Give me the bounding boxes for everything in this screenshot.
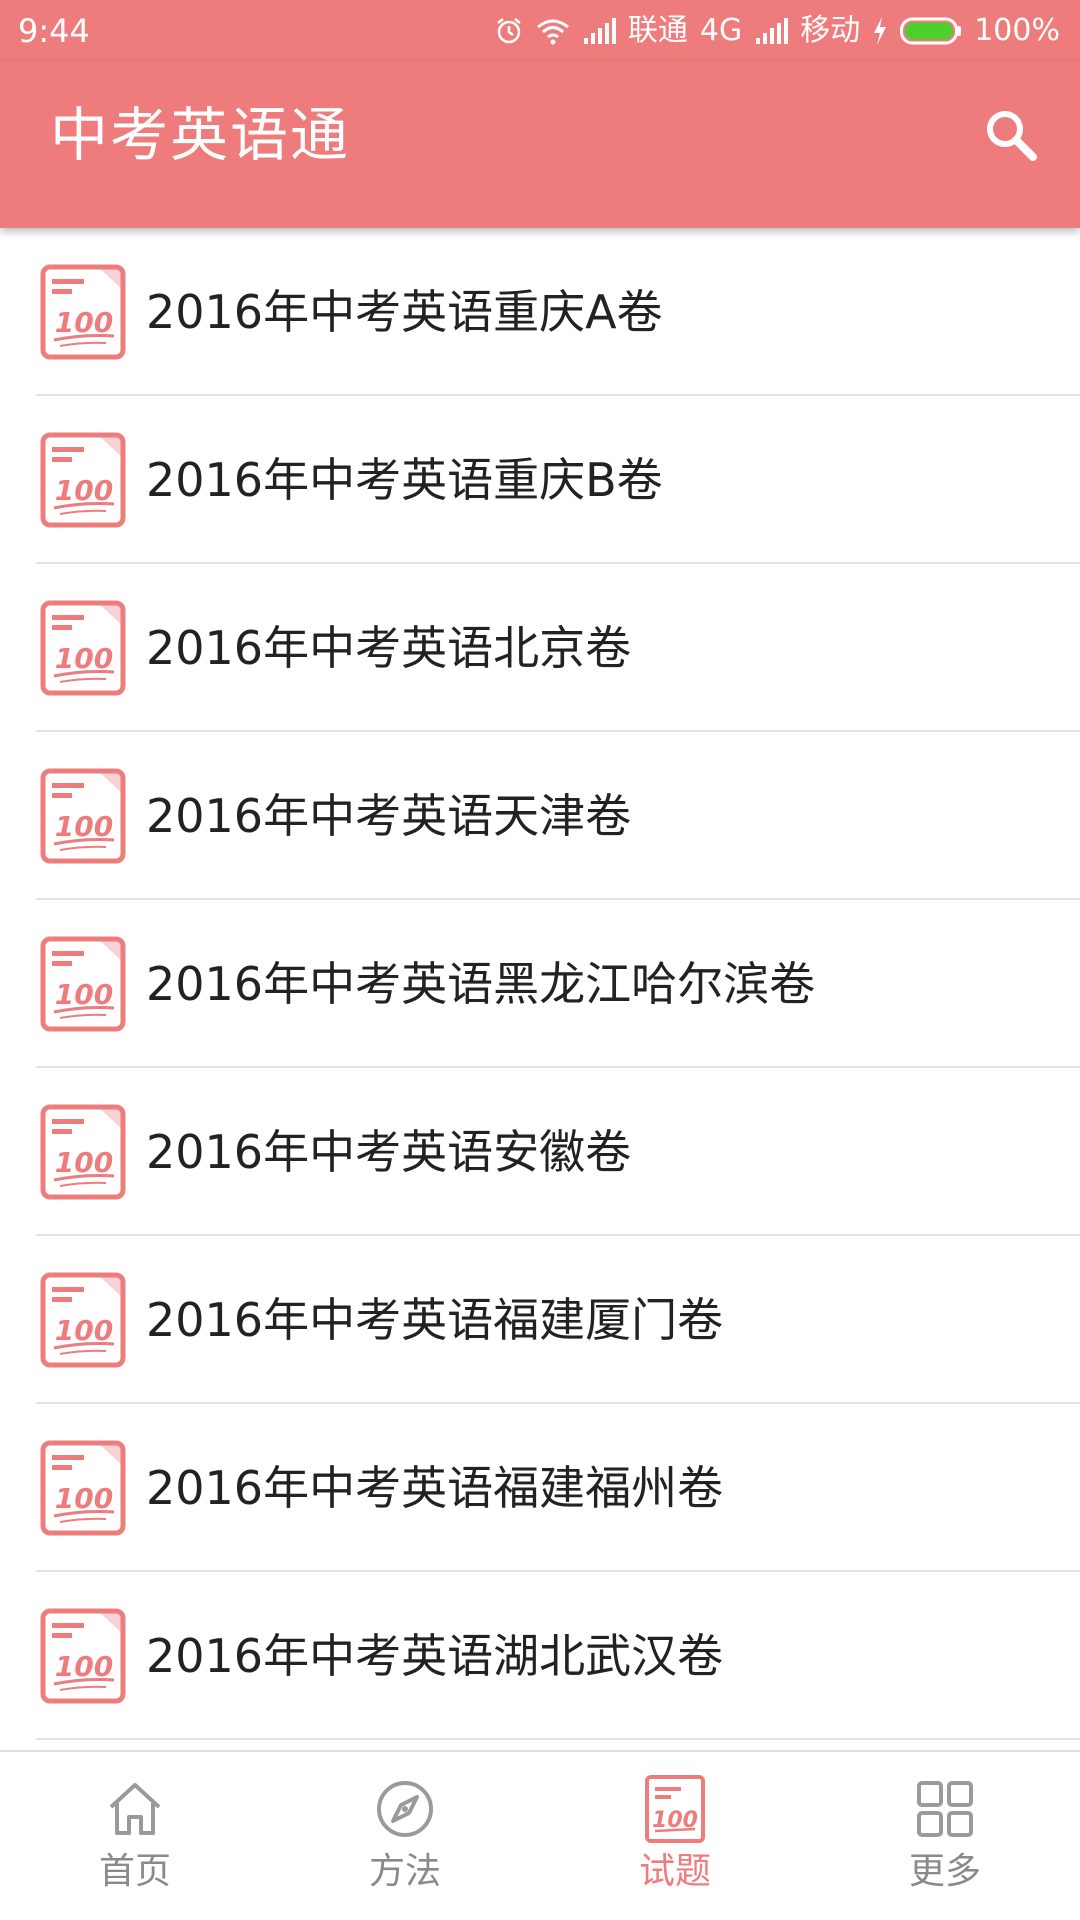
nav-label-home: 首页 [98,1851,171,1892]
svg-text:100: 100 [55,474,113,507]
paper-list-item[interactable]: 100 2016年中考英语福建厦门卷 [0,1236,1080,1404]
charging-icon [872,17,888,45]
exam-paper-icon: 100 [40,936,126,1032]
svg-text:100: 100 [55,306,113,339]
svg-text:100: 100 [55,978,113,1011]
exam-paper-icon: 100 [40,768,126,864]
paper-title: 2016年中考英语安徽卷 [146,1125,632,1179]
status-indicators: 联通 4G 移动 100% [494,8,1060,54]
svg-text:100: 100 [55,1146,113,1179]
nav-item-exam[interactable]: 100 试题 [540,1752,810,1920]
paper-title: 2016年中考英语北京卷 [146,621,632,675]
paper-title: 2016年中考英语天津卷 [146,789,632,843]
svg-text:100: 100 [55,1314,113,1347]
signal-icon-2 [754,18,789,44]
paper-list-item[interactable]: 100 2016年中考英语福建福州卷 [0,1404,1080,1572]
exam-paper-icon: 100 [40,1104,126,1200]
paper-list-item[interactable]: 100 2016年中考英语北京卷 [0,564,1080,732]
bottom-nav: 首页 方法 100 试题 更多 [0,1750,1080,1920]
svg-text:100: 100 [55,642,113,675]
search-icon [983,107,1039,167]
paper-list-item[interactable]: 100 2016年中考英语安徽卷 [0,1068,1080,1236]
nav-label-exam: 试题 [638,1851,711,1892]
carrier-2: 移动 [800,13,861,48]
wifi-icon [536,17,570,45]
exam-100-icon: 100 [640,1774,710,1844]
svg-text:100: 100 [55,1482,113,1515]
paper-title: 2016年中考英语福建厦门卷 [146,1293,724,1347]
nav-label-method: 方法 [368,1851,441,1892]
battery-percent: 100% [974,13,1060,48]
signal-icon-1 [582,18,616,44]
grid-icon [910,1774,980,1844]
app-bar: 中考英语通 [0,62,1080,228]
svg-text:100: 100 [55,1650,113,1683]
nav-label-more: 更多 [908,1851,981,1892]
nav-item-method[interactable]: 方法 [270,1752,540,1920]
exam-paper-icon: 100 [40,432,126,528]
paper-title: 2016年中考英语湖北武汉卷 [146,1629,724,1683]
exam-paper-icon: 100 [40,600,126,696]
svg-text:100: 100 [55,810,113,843]
paper-list-item[interactable]: 100 2016年中考英语重庆B卷 [0,396,1080,564]
search-button[interactable] [976,102,1046,172]
paper-list-item[interactable]: 100 2016年中考英语湖北武汉卷 [0,1572,1080,1740]
compass-icon [370,1774,440,1844]
paper-list: 100 2016年中考英语重庆A卷 100 2016年中考英语重庆B卷 100 2016年… [0,228,1080,1740]
battery-icon [900,17,962,45]
nav-item-home[interactable]: 首页 [0,1752,270,1920]
paper-title: 2016年中考英语福建福州卷 [146,1461,724,1515]
exam-paper-icon: 100 [40,1608,126,1704]
status-time: 9:44 [18,12,90,50]
paper-title: 2016年中考英语重庆A卷 [146,285,663,339]
paper-list-item[interactable]: 100 2016年中考英语天津卷 [0,732,1080,900]
paper-title: 2016年中考英语重庆B卷 [146,453,663,507]
paper-list-item[interactable]: 100 2016年中考英语黑龙江哈尔滨卷 [0,900,1080,1068]
exam-paper-icon: 100 [40,1272,126,1368]
alarm-icon [494,16,524,46]
home-icon [100,1774,170,1844]
app-title: 中考英语通 [50,101,351,169]
carrier-1: 联通 [627,13,688,48]
exam-paper-icon: 100 [40,1440,126,1536]
screen: 9:44 联通 4G 移动 100% 中考英语通 100 2016年中考英语重庆… [0,0,1080,1920]
status-bar: 9:44 联通 4G 移动 100% [0,0,1080,62]
paper-list-item[interactable]: 100 2016年中考英语重庆A卷 [0,228,1080,396]
nav-item-more[interactable]: 更多 [810,1752,1080,1920]
paper-title: 2016年中考英语黑龙江哈尔滨卷 [146,957,816,1011]
exam-paper-icon: 100 [40,264,126,360]
network-type: 4G [699,13,743,48]
